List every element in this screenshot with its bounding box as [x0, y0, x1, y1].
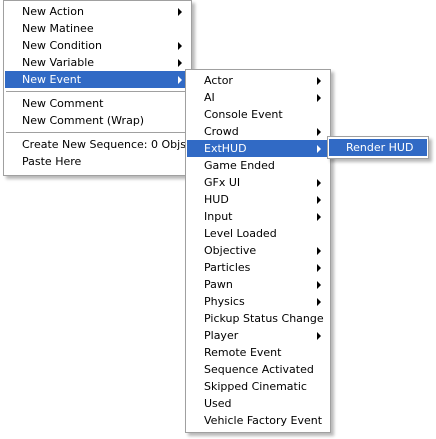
submenu-arrow-icon — [317, 128, 321, 136]
menu-item-label: Objective — [204, 244, 257, 257]
menu-item-console-event[interactable]: Console Event — [187, 106, 329, 123]
menu-item-used[interactable]: Used — [187, 395, 329, 412]
menu-item-label: Game Ended — [204, 159, 275, 172]
submenu-arrow-icon — [178, 42, 182, 50]
menu-item-label: New Action — [22, 5, 84, 18]
submenu-arrow-icon — [317, 281, 321, 289]
menu-item-remote-event[interactable]: Remote Event — [187, 344, 329, 361]
submenu-arrow-icon — [178, 59, 182, 67]
menu-item-label: Input — [204, 210, 233, 223]
menu-item-paste-here[interactable]: Paste Here — [5, 153, 190, 170]
submenu-arrow-icon — [317, 77, 321, 85]
menu-item-label: Level Loaded — [204, 227, 277, 240]
submenu-arrow-icon — [317, 196, 321, 204]
menu-item-actor[interactable]: Actor — [187, 72, 329, 89]
menu-item-new-matinee[interactable]: New Matinee — [5, 20, 190, 37]
menu-item-new-comment[interactable]: New Comment — [5, 95, 190, 112]
context-menu-main: New Action New Matinee New Condition New… — [3, 0, 192, 176]
menu-item-label: Physics — [204, 295, 245, 308]
menu-item-player[interactable]: Player — [187, 327, 329, 344]
menu-item-label: Render HUD — [346, 141, 414, 154]
menu-item-input[interactable]: Input — [187, 208, 329, 225]
menu-item-new-comment-wrap[interactable]: New Comment (Wrap) — [5, 112, 190, 129]
menu-item-label: Player — [204, 329, 239, 342]
menu-item-create-new-sequence[interactable]: Create New Sequence: 0 Objs — [5, 136, 190, 153]
menu-item-label: Paste Here — [22, 155, 82, 168]
submenu-arrow-icon — [317, 145, 321, 153]
submenu-arrow-icon — [317, 94, 321, 102]
context-menu-new-event: Actor AI Console Event Crowd ExtHUD Game… — [185, 69, 331, 433]
context-menu-exthud: Render HUD — [327, 136, 429, 159]
menu-item-label: Used — [204, 397, 232, 410]
menu-item-crowd[interactable]: Crowd — [187, 123, 329, 140]
menu-item-level-loaded[interactable]: Level Loaded — [187, 225, 329, 242]
menu-item-label: ExtHUD — [204, 142, 247, 155]
menu-item-new-condition[interactable]: New Condition — [5, 37, 190, 54]
menu-item-vehicle-factory-event[interactable]: Vehicle Factory Event — [187, 412, 329, 429]
menu-item-sequence-activated[interactable]: Sequence Activated — [187, 361, 329, 378]
menu-item-label: Console Event — [204, 108, 283, 121]
menu-item-label: GFx UI — [204, 176, 241, 189]
submenu-arrow-icon — [317, 264, 321, 272]
menu-item-pickup-status-change[interactable]: Pickup Status Change — [187, 310, 329, 327]
menu-item-label: New Condition — [22, 39, 102, 52]
menu-item-render-hud[interactable]: Render HUD — [329, 139, 427, 156]
menu-item-label: Crowd — [204, 125, 239, 138]
menu-item-new-variable[interactable]: New Variable — [5, 54, 190, 71]
menu-item-pawn[interactable]: Pawn — [187, 276, 329, 293]
menu-item-label: Sequence Activated — [204, 363, 314, 376]
menu-item-label: Particles — [204, 261, 251, 274]
menu-item-exthud[interactable]: ExtHUD — [187, 140, 329, 157]
menu-item-game-ended[interactable]: Game Ended — [187, 157, 329, 174]
menu-item-particles[interactable]: Particles — [187, 259, 329, 276]
menu-item-ai[interactable]: AI — [187, 89, 329, 106]
menu-item-label: New Comment — [22, 97, 104, 110]
menu-separator — [5, 88, 190, 95]
menu-item-new-action[interactable]: New Action — [5, 3, 190, 20]
menu-item-label: Pawn — [204, 278, 233, 291]
menu-item-gfx-ui[interactable]: GFx UI — [187, 174, 329, 191]
submenu-arrow-icon — [317, 332, 321, 340]
menu-item-physics[interactable]: Physics — [187, 293, 329, 310]
menu-item-label: Remote Event — [204, 346, 282, 359]
menu-separator — [5, 129, 190, 136]
submenu-arrow-icon — [178, 76, 182, 84]
menu-item-label: Create New Sequence: 0 Objs — [22, 138, 186, 151]
submenu-arrow-icon — [317, 179, 321, 187]
menu-item-label: New Variable — [22, 56, 95, 69]
menu-item-new-event[interactable]: New Event — [5, 71, 190, 88]
menu-item-label: Actor — [204, 74, 233, 87]
submenu-arrow-icon — [317, 247, 321, 255]
menu-item-hud[interactable]: HUD — [187, 191, 329, 208]
menu-item-label: HUD — [204, 193, 229, 206]
submenu-arrow-icon — [178, 8, 182, 16]
menu-item-label: New Matinee — [22, 22, 94, 35]
menu-item-label: Pickup Status Change — [204, 312, 324, 325]
menu-item-label: New Event — [22, 73, 82, 86]
menu-item-label: AI — [204, 91, 215, 104]
menu-item-objective[interactable]: Objective — [187, 242, 329, 259]
menu-item-skipped-cinematic[interactable]: Skipped Cinematic — [187, 378, 329, 395]
submenu-arrow-icon — [317, 213, 321, 221]
submenu-arrow-icon — [317, 298, 321, 306]
menu-item-label: Vehicle Factory Event — [204, 414, 323, 427]
menu-item-label: New Comment (Wrap) — [22, 114, 145, 127]
menu-item-label: Skipped Cinematic — [204, 380, 307, 393]
